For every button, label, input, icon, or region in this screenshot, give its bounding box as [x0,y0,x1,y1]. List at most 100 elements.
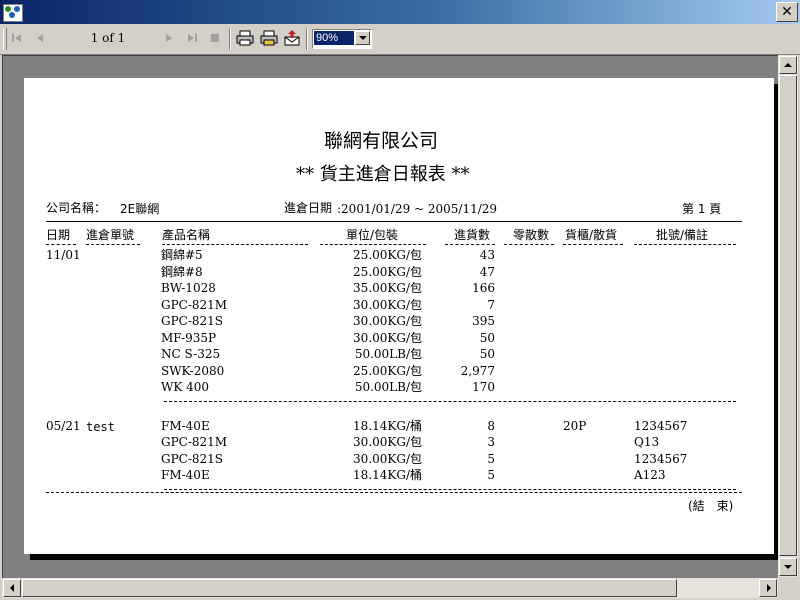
row-unit: 30.00KG/包 [353,435,422,449]
col-qty: 進貨數 [454,228,491,242]
col-product: 產品名稱 [162,228,211,242]
row-product: MF-935P [161,330,217,345]
chevron-down-icon[interactable] [355,31,370,45]
col-underline [320,244,426,245]
row-batch: 1234567 [634,418,688,433]
print-icon[interactable] [236,29,254,47]
row-qty: 5 [487,451,495,466]
toolbar-separator [229,28,231,50]
prev-page-icon[interactable] [32,30,48,46]
row-qty: 47 [479,264,495,279]
end-rule [46,492,742,493]
row-qty: 166 [472,281,495,295]
row-unit: 30.00KG/包 [353,451,422,466]
row-unit: 30.00KG/包 [353,314,422,328]
row-batch: A123 [634,468,666,482]
col-order-no: 進倉單號 [86,228,135,242]
header-rule [46,221,742,222]
date-label: 進倉日期 [284,201,333,215]
row-product: NC S-325 [161,347,221,361]
vertical-scrollbar[interactable] [778,55,798,577]
row-qty: 50 [479,347,495,361]
end-label: (結 束) [688,499,734,513]
print-setup-icon[interactable] [260,29,278,47]
zoom-value: 90% [314,31,354,45]
row-order-no: test [86,419,115,434]
row-product: 鋼綿#5 [161,248,203,262]
row-unit: 30.00KG/包 [353,297,422,312]
scroll-down-button[interactable] [779,558,797,576]
row-product: BW-1028 [161,281,216,295]
row-unit: 18.14KG/桶 [353,418,422,433]
row-qty: 395 [472,314,495,328]
report-title: ** 貨主進倉日報表 ** [296,164,470,185]
row-product: GPC-821S [161,451,224,466]
toolbar: 1 of 1 90% [0,24,800,55]
col-underline [504,244,554,245]
row-unit: 35.00KG/包 [353,281,422,295]
col-loose: 零散數 [513,228,550,242]
col-date: 日期 [46,228,71,242]
row-product: GPC-821M [161,435,228,449]
company-value: 2E聯網 [120,202,160,216]
row-container: 20P [563,418,587,433]
col-underline [46,244,76,245]
row-batch: 1234567 [634,451,688,466]
row-date: 05/21 [46,418,81,433]
row-unit: 25.00KG/包 [353,248,422,262]
col-underline [563,244,623,245]
zoom-select[interactable]: 90% [312,29,372,49]
row-unit: 25.00KG/包 [353,363,422,378]
row-qty: 2,977 [460,363,495,378]
first-page-icon[interactable] [9,30,25,46]
row-qty: 170 [472,380,495,394]
row-product: FM-40E [161,418,210,433]
row-date: 11/01 [46,248,81,262]
row-unit: 50.00LB/包 [354,380,422,394]
app-logo-icon [3,4,23,22]
horizontal-scroll-thumb[interactable] [22,579,677,597]
group-separator [164,488,736,490]
col-container: 貨櫃/散貨 [565,228,618,242]
toolbar-separator [306,28,308,50]
report-viewer: 聯網有限公司 ** 貨主進倉日報表 ** 公司名稱： 2E聯網 進倉日期 :20… [2,55,778,578]
row-batch: Q13 [634,435,660,449]
toolbar-grip [3,28,7,50]
next-page-icon[interactable] [161,30,177,46]
scroll-left-button[interactable] [3,579,21,597]
scroll-right-button[interactable] [759,579,777,597]
row-product: 鋼綿#8 [161,264,203,279]
report-company: 聯網有限公司 [324,130,439,152]
last-page-icon[interactable] [184,30,200,46]
row-qty: 43 [479,248,495,262]
scrollbar-corner [778,578,798,598]
row-qty: 8 [487,418,495,433]
row-qty: 7 [487,297,495,312]
row-product: GPC-821M [161,297,228,312]
row-qty: 5 [487,468,495,482]
date-range: :2001/01/29 ~ 2005/11/29 [337,202,498,216]
horizontal-scrollbar[interactable] [2,578,778,598]
col-underline [634,244,736,245]
col-unit: 單位/包裝 [346,228,399,242]
scroll-up-button[interactable] [779,56,797,74]
row-product: GPC-821S [161,314,224,328]
page-indicator: 1 of 1 [90,31,126,45]
row-product: SWK-2080 [161,363,225,378]
row-unit: 30.00KG/包 [353,330,422,345]
stop-icon[interactable] [207,30,223,46]
row-product: FM-40E [161,468,210,482]
report-page: 聯網有限公司 ** 貨主進倉日報表 ** 公司名稱： 2E聯網 進倉日期 :20… [24,78,774,554]
row-product: WK 400 [161,380,210,394]
row-qty: 50 [479,330,495,345]
close-button[interactable]: ✕ [776,2,798,22]
row-unit: 50.00LB/包 [354,347,422,361]
vertical-scroll-thumb[interactable] [779,75,797,556]
group-separator [164,400,736,402]
export-icon[interactable] [283,29,301,47]
company-label: 公司名稱： [46,201,107,215]
col-underline [445,244,495,245]
col-batch: 批號/備註 [656,228,709,242]
title-bar: ✕ [0,0,800,24]
row-qty: 3 [487,435,495,449]
